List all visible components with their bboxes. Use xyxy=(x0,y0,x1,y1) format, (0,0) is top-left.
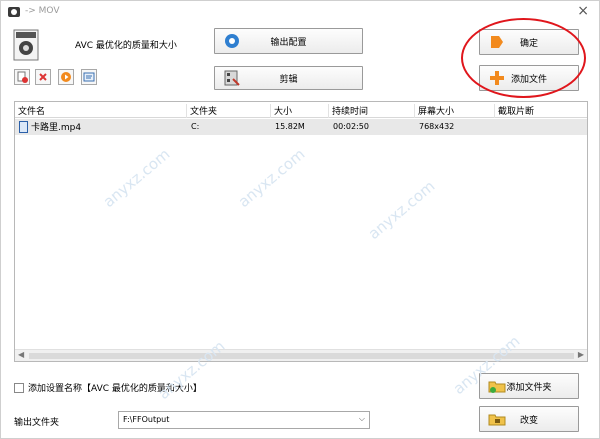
chevron-down-icon[interactable]: ⌵ xyxy=(359,414,365,424)
video-file-icon xyxy=(19,120,28,133)
output-config-label: 输出配置 xyxy=(270,37,307,48)
add-file-label: 添加文件 xyxy=(510,74,547,85)
format-factory-window: -> MOV × AVC 最优化的质量和大小 输出配置 剪辑 确定 添加文件 文… xyxy=(0,0,600,439)
delete-button[interactable] xyxy=(35,69,51,85)
cell-screen-size: 768x432 xyxy=(419,122,455,131)
output-folder-select[interactable]: F:\FFOutput ⌵ xyxy=(118,411,370,429)
ok-label: 确定 xyxy=(519,38,538,49)
column-header-size[interactable]: 大小 xyxy=(271,104,329,118)
gear-icon xyxy=(225,34,239,48)
scroll-right-icon[interactable]: ▶ xyxy=(578,350,584,359)
remove-item-button[interactable] xyxy=(14,69,30,85)
output-config-button[interactable]: 输出配置 xyxy=(214,28,363,54)
horizontal-scrollbar[interactable]: ◀ ▶ xyxy=(15,349,587,361)
media-info-button[interactable] xyxy=(81,69,97,85)
remove-file-icon xyxy=(17,71,28,83)
info-panel-icon xyxy=(83,72,95,82)
column-header-filename[interactable]: 文件名 xyxy=(15,104,187,118)
column-header-screen-size[interactable]: 屏幕大小 xyxy=(415,104,495,118)
change-button[interactable]: 改变 xyxy=(479,406,579,432)
add-file-button[interactable]: 添加文件 xyxy=(479,65,579,91)
play-button[interactable] xyxy=(58,69,74,85)
app-icon xyxy=(8,7,20,17)
column-header-duration[interactable]: 持续时间 xyxy=(329,104,415,118)
list-header: 文件名 文件夹 大小 持续时间 屏幕大小 截取片断 xyxy=(15,102,587,118)
film-edit-icon xyxy=(224,70,240,86)
edit-button[interactable]: 剪辑 xyxy=(214,66,363,90)
cell-size: 15.82M xyxy=(275,122,305,131)
scroll-left-icon[interactable]: ◀ xyxy=(18,350,24,359)
delete-x-icon xyxy=(39,73,47,81)
ok-button[interactable]: 确定 xyxy=(479,29,579,55)
output-folder-label: 输出文件夹 xyxy=(14,418,60,428)
add-setting-name-option[interactable]: 添加设置名称【AVC 最优化的质量和大小】 xyxy=(14,381,202,394)
add-setting-name-checkbox[interactable] xyxy=(14,382,24,393)
output-folder-value: F:\FFOutput xyxy=(123,415,170,424)
close-icon[interactable]: × xyxy=(577,3,589,19)
change-label: 改变 xyxy=(519,415,538,426)
cell-filename: 卡路里.mp4 xyxy=(19,120,81,133)
file-list[interactable]: 文件名 文件夹 大小 持续时间 屏幕大小 截取片断 卡路里.mp4 C: 15.… xyxy=(14,101,588,362)
add-folder-label: 添加文件夹 xyxy=(506,382,552,393)
cell-folder: C: xyxy=(191,122,200,131)
table-row[interactable]: 卡路里.mp4 C: 15.82M 00:02:50 768x432 xyxy=(15,119,587,135)
mov-format-icon xyxy=(13,29,39,61)
add-folder-button[interactable]: 添加文件夹 xyxy=(479,373,579,399)
window-title: -> MOV xyxy=(25,6,60,16)
folder-icon xyxy=(488,414,506,426)
add-setting-name-label: 添加设置名称【AVC 最优化的质量和大小】 xyxy=(28,384,202,394)
cell-duration: 00:02:50 xyxy=(333,122,369,131)
title-bar: -> MOV × xyxy=(1,1,599,23)
plus-icon xyxy=(490,71,504,85)
filename-text: 卡路里.mp4 xyxy=(31,123,82,133)
column-header-clip[interactable]: 截取片断 xyxy=(495,104,587,118)
scroll-thumb[interactable] xyxy=(29,353,574,359)
column-header-folder[interactable]: 文件夹 xyxy=(187,104,271,118)
arrow-right-icon xyxy=(491,36,503,48)
play-icon xyxy=(61,72,71,82)
edit-label: 剪辑 xyxy=(279,74,298,85)
profile-label: AVC 最优化的质量和大小 xyxy=(75,41,177,51)
folder-add-icon xyxy=(488,381,506,393)
